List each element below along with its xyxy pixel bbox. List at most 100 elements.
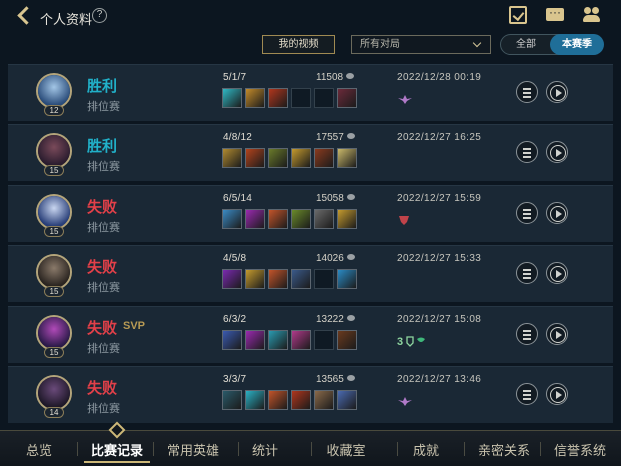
- active-tab-diamond-icon: [108, 421, 126, 439]
- help-icon[interactable]: ?: [92, 8, 107, 23]
- tab-4[interactable]: 统计: [245, 440, 285, 460]
- gold-coin-icon: [346, 375, 355, 381]
- item-icon[interactable]: [314, 209, 334, 229]
- item-icon[interactable]: [245, 148, 265, 168]
- match-row[interactable]: 15 失败 排位赛 4/5/8 14026 2022/12/27 15:33: [8, 245, 613, 302]
- match-result: 失败: [87, 199, 118, 216]
- tab-2[interactable]: 比赛记录: [84, 440, 150, 460]
- item-icon[interactable]: [222, 88, 242, 108]
- item-icon[interactable]: [222, 148, 242, 168]
- gold-value: 14026: [316, 253, 355, 264]
- svg-text:3: 3: [397, 336, 403, 347]
- mode-select[interactable]: 所有对局: [351, 35, 491, 54]
- item-icon[interactable]: [337, 330, 357, 350]
- item-icon[interactable]: [314, 390, 334, 410]
- back-arrow-icon[interactable]: [14, 6, 36, 28]
- friends-icon[interactable]: [583, 6, 601, 24]
- tab-5[interactable]: 收藏室: [318, 440, 374, 460]
- empty-item-slot[interactable]: [314, 88, 334, 108]
- item-icon[interactable]: [337, 148, 357, 168]
- item-icon[interactable]: [337, 209, 357, 229]
- tab-7[interactable]: 亲密关系: [471, 440, 537, 460]
- kda-value: 6/5/14: [223, 193, 253, 204]
- item-icon[interactable]: [268, 209, 288, 229]
- tab-8[interactable]: 信誉系统: [547, 440, 613, 460]
- champion-avatar[interactable]: [36, 375, 72, 411]
- item-icon[interactable]: [268, 148, 288, 168]
- replay-play-icon[interactable]: [546, 323, 568, 345]
- match-details-list-icon[interactable]: [516, 323, 538, 345]
- champion-portrait: [38, 317, 70, 349]
- kda-value: 4/5/8: [223, 253, 247, 264]
- match-datetime: 2022/12/27 16:25: [397, 132, 482, 143]
- mode-select-value: 所有对局: [360, 39, 400, 50]
- item-icon[interactable]: [222, 330, 242, 350]
- gold-value: 13222: [316, 314, 355, 325]
- replay-play-icon[interactable]: [546, 383, 568, 405]
- replay-play-icon[interactable]: [546, 262, 568, 284]
- champion-avatar[interactable]: [36, 73, 72, 109]
- item-icon[interactable]: [291, 148, 311, 168]
- item-icon[interactable]: [337, 390, 357, 410]
- item-icon[interactable]: [268, 88, 288, 108]
- chat-icon[interactable]: [546, 5, 564, 21]
- match-row[interactable]: 12 胜利 排位赛 5/1/7 11508 2022/12/28 00:19: [8, 64, 613, 121]
- tab-6[interactable]: 成就: [404, 440, 448, 460]
- match-details-list-icon[interactable]: [516, 141, 538, 163]
- task-icon[interactable]: [509, 6, 527, 24]
- item-icon[interactable]: [245, 330, 265, 350]
- active-tab-underline: [84, 461, 150, 463]
- item-icon[interactable]: [222, 269, 242, 289]
- match-row[interactable]: 14 失败 排位赛 3/3/7 13565 2022/12/27 13:46: [8, 366, 613, 423]
- item-icon[interactable]: [245, 209, 265, 229]
- season-segment: 全部 本赛季: [500, 34, 604, 55]
- gold-coin-icon: [346, 133, 355, 139]
- match-result: 胜利: [87, 138, 118, 155]
- my-videos-button[interactable]: 我的视频: [262, 35, 335, 54]
- bottom-nav: 总览 比赛记录 常用英雄 统计 收藏室 成就 亲密关系 信誉系统: [0, 421, 621, 466]
- kda-value: 3/3/7: [223, 374, 247, 385]
- tab-1[interactable]: 总览: [20, 440, 58, 460]
- tab-3[interactable]: 常用英雄: [160, 440, 226, 460]
- item-icon[interactable]: [337, 269, 357, 289]
- match-details-list-icon[interactable]: [516, 262, 538, 284]
- item-icon[interactable]: [314, 148, 334, 168]
- item-icon[interactable]: [222, 390, 242, 410]
- champion-avatar[interactable]: [36, 315, 72, 351]
- replay-play-icon[interactable]: [546, 202, 568, 224]
- match-datetime: 2022/12/27 13:46: [397, 374, 482, 385]
- item-icon[interactable]: [245, 269, 265, 289]
- match-row[interactable]: 15 失败 排位赛 6/5/14 15058 2022/12/27 15:59: [8, 185, 613, 242]
- item-icon[interactable]: [268, 330, 288, 350]
- item-icon[interactable]: [291, 209, 311, 229]
- replay-play-icon[interactable]: [546, 81, 568, 103]
- replay-play-icon[interactable]: [546, 141, 568, 163]
- item-icon[interactable]: [245, 88, 265, 108]
- match-row[interactable]: 15 胜利 排位赛 4/8/12 17557 2022/12/27 16:25: [8, 124, 613, 181]
- item-icon[interactable]: [222, 209, 242, 229]
- item-icon[interactable]: [268, 269, 288, 289]
- segment-season[interactable]: 本赛季: [550, 34, 604, 55]
- item-icon[interactable]: [291, 330, 311, 350]
- match-details-list-icon[interactable]: [516, 81, 538, 103]
- match-details-list-icon[interactable]: [516, 383, 538, 405]
- champion-avatar[interactable]: [36, 133, 72, 169]
- champion-level: 14: [44, 407, 64, 418]
- match-row[interactable]: 15 失败 SVP 排位赛 6/3/2 13222 2022/12/27 15:08 3: [8, 306, 613, 363]
- empty-item-slot[interactable]: [314, 330, 334, 350]
- item-icon[interactable]: [268, 390, 288, 410]
- item-icon[interactable]: [337, 88, 357, 108]
- gold-coin-icon: [346, 73, 355, 79]
- match-mode: 排位赛: [87, 161, 120, 173]
- segment-all[interactable]: 全部: [501, 35, 551, 54]
- champion-level: 15: [44, 165, 64, 176]
- gold-amount: 11508: [316, 72, 344, 83]
- empty-item-slot[interactable]: [314, 269, 334, 289]
- item-icon[interactable]: [291, 269, 311, 289]
- champion-avatar[interactable]: [36, 254, 72, 290]
- empty-item-slot[interactable]: [291, 88, 311, 108]
- item-icon[interactable]: [245, 390, 265, 410]
- item-icon[interactable]: [291, 390, 311, 410]
- match-details-list-icon[interactable]: [516, 202, 538, 224]
- champion-avatar[interactable]: [36, 194, 72, 230]
